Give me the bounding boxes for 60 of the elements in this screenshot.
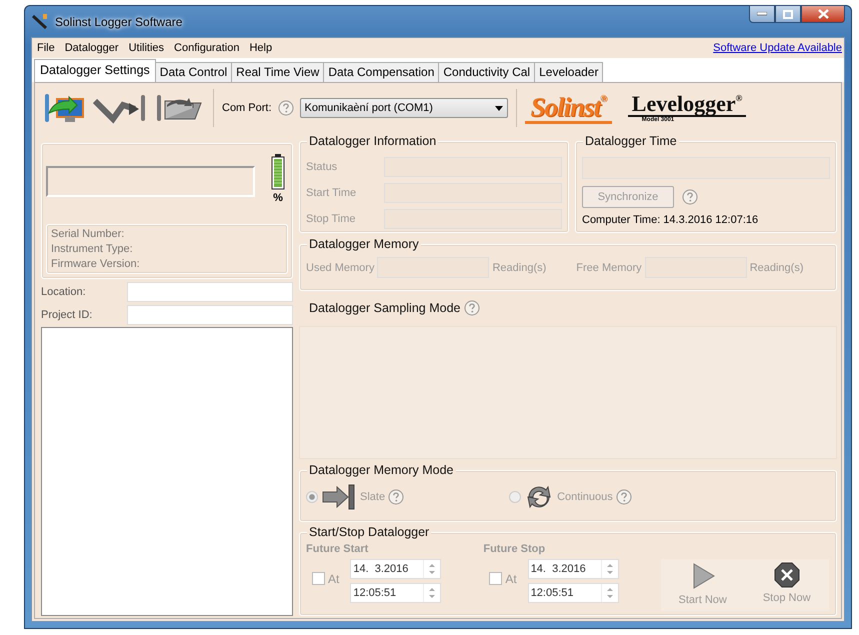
arrow-into-bar-icon [321, 482, 357, 511]
info-label: Instrument Type: [51, 243, 134, 255]
info-label: Firmware Version: [51, 258, 141, 270]
checkbox-label: At [505, 572, 517, 586]
maximize-icon [783, 10, 793, 18]
minimize-icon [757, 12, 767, 16]
com-port-label: Com Port: [222, 102, 272, 114]
brand-logo: Solinst$^{®}$ [524, 92, 612, 124]
schedule-title: Future Start [306, 542, 370, 555]
tab[interactable]: Datalogger Settings [34, 59, 156, 82]
logger-app-icon [31, 12, 49, 30]
tab[interactable]: Data Control [154, 62, 232, 82]
battery-percent-label: % [273, 192, 283, 204]
tab[interactable]: Conductivity Cal [438, 62, 536, 82]
checkbox-label: At [328, 572, 340, 586]
section-title: Datalogger Sampling Mode [309, 301, 460, 316]
help-icon[interactable] [682, 189, 698, 205]
minimize-button[interactable] [749, 5, 775, 23]
help-icon[interactable] [464, 300, 480, 316]
info-label: Serial Number: [51, 228, 126, 240]
group-title: Start/Stop Datalogger [309, 524, 430, 539]
battery-icon [271, 154, 285, 190]
update-link[interactable]: Software Update Available [713, 42, 842, 54]
group-title: Datalogger Memory [309, 237, 419, 251]
upload-to-computer-icon[interactable] [43, 91, 87, 125]
unit-label: Reading(s) [492, 262, 546, 274]
input-field[interactable] [127, 282, 293, 302]
field-label: Project ID: [41, 309, 94, 321]
computer-time: Computer Time: 14.3.2016 12:07:16 [582, 214, 760, 226]
tab[interactable]: Data Compensation [323, 62, 440, 82]
stop-icon [774, 562, 800, 588]
com-port-dropdown[interactable]: Komunikaèní port (COM1) [300, 98, 508, 118]
window-title: Solinst Logger Software [55, 14, 182, 28]
menu-item[interactable]: Help [244, 40, 278, 56]
tab[interactable]: Leveloader [534, 62, 604, 82]
tab[interactable]: Real Time View [231, 62, 324, 82]
close-icon [818, 9, 828, 19]
group-title: Datalogger Information [309, 134, 436, 148]
group-title: Datalogger Time [585, 134, 677, 148]
field-label: Free Memory [576, 262, 642, 274]
product-logo: Levelogger$^{®}$ [628, 93, 746, 117]
menu-item[interactable]: Datalogger [60, 40, 124, 56]
radio-label: Continuous [557, 490, 613, 503]
menu-item[interactable]: Configuration [169, 40, 244, 56]
help-icon[interactable] [278, 100, 294, 116]
menu-item[interactable]: Utilities [124, 40, 170, 56]
close-button[interactable] [801, 5, 845, 23]
dropdown-caret-icon [494, 106, 503, 110]
radio-label: Slate [360, 490, 386, 503]
menu-item[interactable]: File [32, 40, 60, 56]
field-label: Location: [41, 286, 87, 298]
input-field[interactable] [127, 305, 293, 325]
field-label: Status [306, 161, 338, 173]
maximize-button[interactable] [775, 5, 801, 23]
field-label: Stop Time [306, 213, 357, 225]
group-title: Datalogger Memory Mode [309, 462, 454, 477]
field-label: Start Time [306, 187, 358, 199]
field-label: Used Memory [306, 262, 374, 274]
unit-label: Reading(s) [750, 262, 804, 274]
schedule-title: Future Stop [483, 542, 546, 555]
